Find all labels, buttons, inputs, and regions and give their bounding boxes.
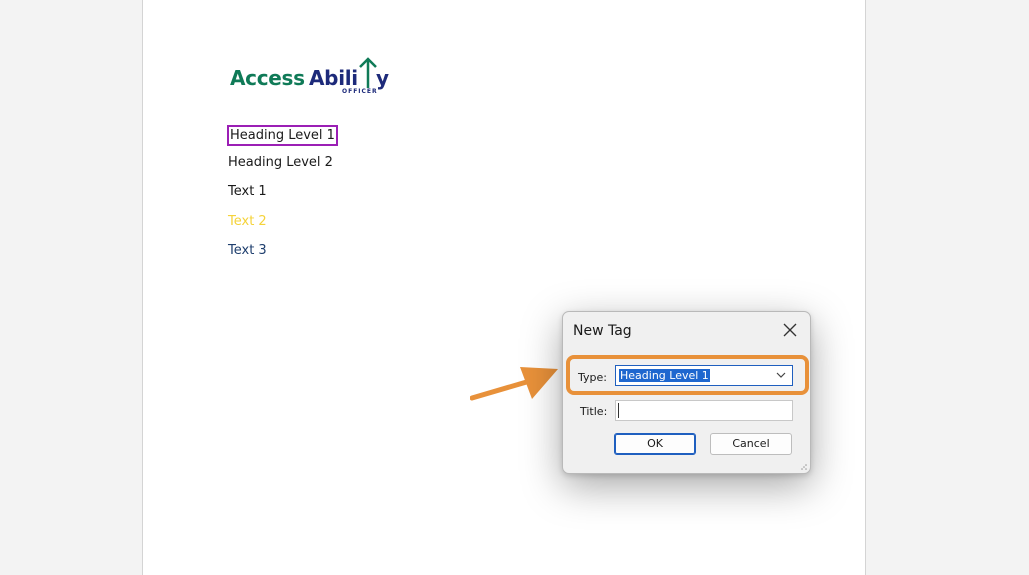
- cancel-button[interactable]: Cancel: [710, 433, 792, 455]
- doc-text-1[interactable]: Text 1: [228, 184, 267, 199]
- doc-heading-level-1[interactable]: Heading Level 1: [227, 125, 338, 146]
- new-tag-dialog: New Tag Type: Heading Level 1 Title: OK …: [562, 311, 811, 474]
- title-input[interactable]: [615, 400, 793, 421]
- dialog-title: New Tag: [573, 323, 632, 339]
- chevron-down-icon: [776, 372, 786, 378]
- logo-text-y: y: [376, 66, 390, 90]
- title-label: Title:: [580, 405, 608, 418]
- logo-text-access: Access: [230, 66, 305, 90]
- type-label: Type:: [578, 371, 607, 384]
- type-dropdown[interactable]: Heading Level 1: [615, 365, 793, 386]
- ok-button[interactable]: OK: [614, 433, 696, 455]
- logo-text-abili: Abili: [309, 66, 358, 90]
- resize-grip-icon[interactable]: [800, 463, 808, 471]
- text-caret: [618, 403, 619, 418]
- close-icon[interactable]: [782, 322, 798, 338]
- accessability-logo: Access Abili y OFFICER: [230, 54, 410, 98]
- doc-text-3[interactable]: Text 3: [228, 243, 267, 258]
- doc-text-2[interactable]: Text 2: [228, 214, 267, 229]
- logo-arrow-icon: [359, 57, 377, 88]
- logo-subtext: OFFICER: [342, 88, 378, 95]
- arrow-right-icon: [470, 367, 558, 401]
- doc-heading-level-2[interactable]: Heading Level 2: [228, 155, 333, 170]
- type-dropdown-value: Heading Level 1: [619, 369, 710, 382]
